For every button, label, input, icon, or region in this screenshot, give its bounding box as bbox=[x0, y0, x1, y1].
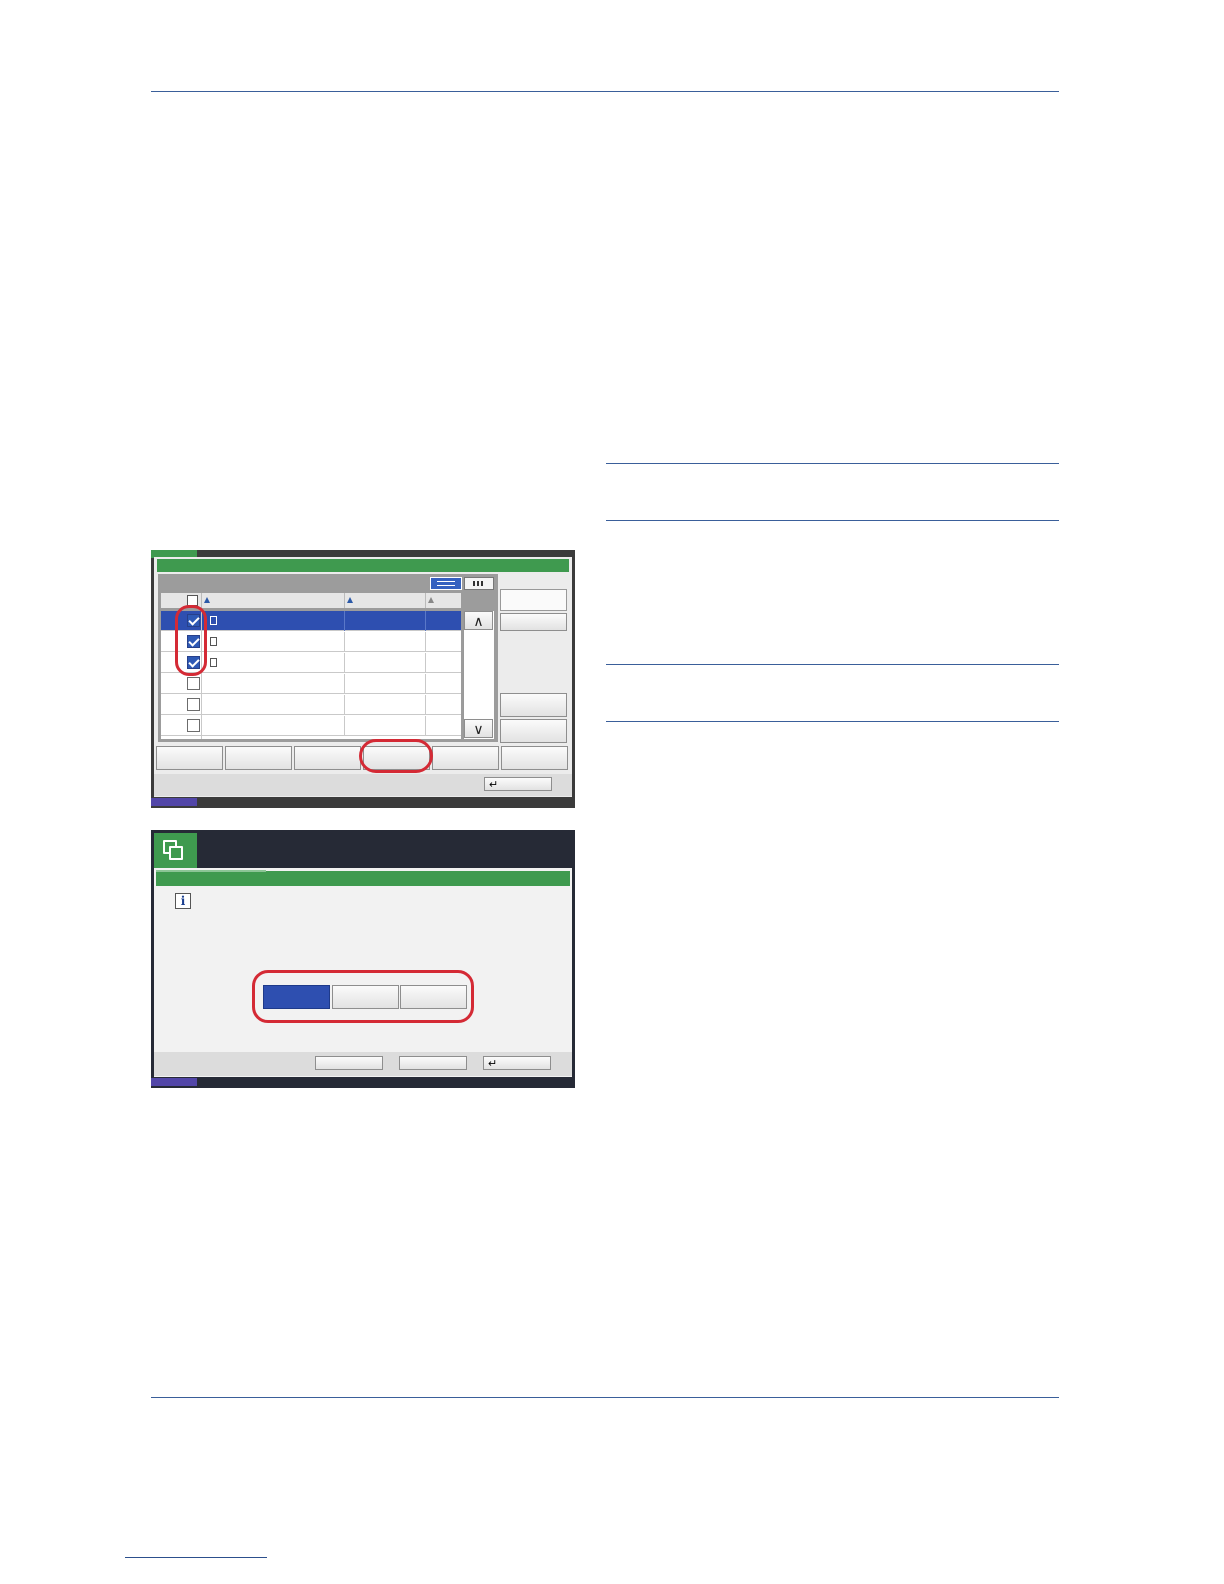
column-header bbox=[161, 593, 461, 608]
choice-highlight-ring bbox=[252, 970, 474, 1023]
thumbnail-view-icon bbox=[473, 581, 485, 586]
sort-date-icon[interactable] bbox=[347, 597, 353, 603]
action-button-highlight-ring bbox=[359, 739, 433, 773]
col-divider bbox=[344, 674, 345, 694]
col-divider bbox=[425, 674, 426, 694]
close-button[interactable]: ↵ bbox=[484, 777, 552, 791]
title-bar bbox=[157, 559, 569, 572]
row-checkbox[interactable] bbox=[187, 719, 200, 732]
close-button[interactable]: ↵ bbox=[483, 1056, 551, 1070]
col-divider bbox=[425, 611, 426, 631]
bottom-indicator bbox=[151, 798, 197, 806]
col-divider bbox=[425, 653, 426, 673]
info-icon: i bbox=[175, 893, 191, 909]
right-button-1[interactable] bbox=[500, 613, 567, 631]
action-button-6[interactable] bbox=[501, 746, 568, 770]
right-button-3[interactable] bbox=[500, 719, 567, 743]
col-divider bbox=[425, 695, 426, 715]
table-row[interactable] bbox=[161, 695, 461, 715]
table-row[interactable] bbox=[161, 674, 461, 694]
right-info-field bbox=[500, 589, 567, 611]
action-button-2[interactable] bbox=[225, 746, 292, 770]
note-rule-top-1 bbox=[606, 463, 1059, 464]
document-box-tab[interactable] bbox=[154, 833, 197, 869]
list-view-button[interactable] bbox=[430, 577, 462, 590]
col-divider bbox=[344, 716, 345, 736]
header-rule bbox=[151, 91, 1059, 92]
col-divider bbox=[344, 593, 345, 608]
status-button-1[interactable] bbox=[315, 1056, 383, 1070]
table-row[interactable] bbox=[161, 716, 461, 736]
scroll-up-icon: ∧ bbox=[473, 613, 484, 629]
document-icon bbox=[210, 616, 217, 625]
document-icon bbox=[210, 658, 217, 667]
note-rule-bottom-1 bbox=[606, 520, 1059, 521]
right-button-2[interactable] bbox=[500, 693, 567, 717]
scroll-down-button[interactable]: ∨ bbox=[464, 719, 493, 738]
sort-name-icon[interactable] bbox=[204, 597, 210, 603]
row-checkbox[interactable] bbox=[187, 698, 200, 711]
col-divider bbox=[344, 611, 345, 631]
info-glyph: i bbox=[180, 894, 186, 908]
sort-size-icon[interactable] bbox=[428, 597, 434, 603]
note-rule-top-2 bbox=[606, 664, 1059, 665]
row-checkbox[interactable] bbox=[187, 677, 200, 690]
scroll-up-button[interactable]: ∧ bbox=[464, 611, 493, 630]
col-divider bbox=[425, 716, 426, 736]
touch-panel-confirm: i ↵ bbox=[151, 830, 575, 1088]
col-divider bbox=[344, 695, 345, 715]
document-box-icon-front bbox=[169, 846, 183, 860]
thumbnail-view-button[interactable] bbox=[464, 577, 494, 590]
dialog-title-tab-line bbox=[156, 870, 266, 872]
col-divider bbox=[344, 632, 345, 652]
footer-rule bbox=[151, 1397, 1059, 1398]
col-divider bbox=[201, 593, 202, 608]
list-view-icon bbox=[437, 581, 455, 586]
dialog-title-bar bbox=[156, 871, 570, 886]
col-divider bbox=[425, 593, 426, 608]
bottom-indicator bbox=[151, 1078, 197, 1086]
scroll-down-icon: ∨ bbox=[473, 721, 484, 737]
document-icon bbox=[210, 637, 217, 646]
checkbox-highlight-ring bbox=[175, 605, 207, 676]
footnote-rule bbox=[125, 1557, 267, 1558]
action-button-1[interactable] bbox=[156, 746, 223, 770]
action-button-5[interactable] bbox=[432, 746, 499, 770]
return-arrow-icon: ↵ bbox=[489, 779, 499, 791]
note-rule-bottom-2 bbox=[606, 721, 1059, 722]
action-button-3[interactable] bbox=[294, 746, 361, 770]
col-divider bbox=[425, 632, 426, 652]
touch-panel-file-list: ∧ ∨ ↵ bbox=[151, 550, 575, 808]
col-divider bbox=[344, 653, 345, 673]
return-arrow-icon: ↵ bbox=[488, 1058, 498, 1070]
status-button-2[interactable] bbox=[399, 1056, 467, 1070]
